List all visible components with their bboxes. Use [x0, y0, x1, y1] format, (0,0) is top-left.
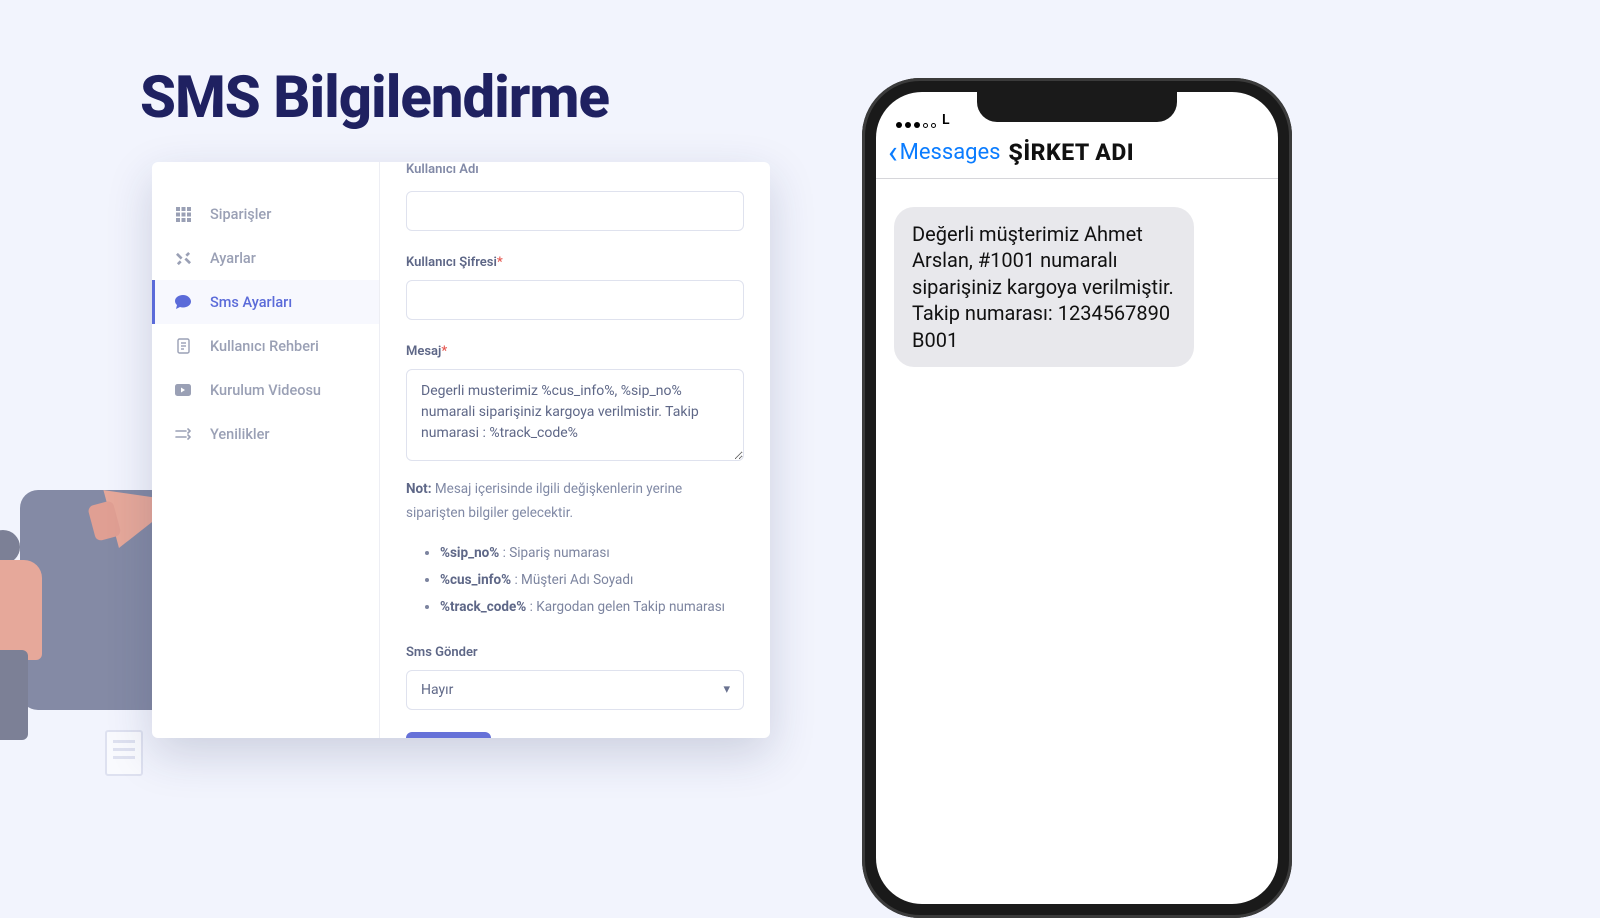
- grid-icon: [174, 205, 192, 223]
- contact-name: ŞİRKET ADI: [1009, 139, 1135, 166]
- sms-send-select[interactable]: Hayır: [406, 670, 744, 710]
- sidebar-item-install-video[interactable]: Kurulum Videosu: [152, 368, 379, 412]
- password-input[interactable]: [406, 280, 744, 320]
- sidebar-item-orders[interactable]: Siparişler: [152, 192, 379, 236]
- sidebar-item-label: Sms Ayarları: [210, 294, 292, 311]
- phone-mockup: L ‹ Messages ŞİRKET ADI Değerli müşterim…: [862, 78, 1292, 918]
- back-button-label[interactable]: Messages: [900, 140, 1001, 165]
- variables-list: %sip_no% : Sipariş numarası %cus_info% :…: [440, 540, 744, 621]
- sidebar: Siparişler Ayarlar Sms Ayarları Kullanıc…: [152, 162, 380, 738]
- page-title: SMS Bilgilendirme: [140, 64, 609, 132]
- chat-icon: [174, 293, 192, 311]
- variable-item: %cus_info% : Müşteri Adı Soyadı: [440, 567, 744, 594]
- variable-item: %sip_no% : Sipariş numarası: [440, 540, 744, 567]
- save-button[interactable]: Kaydet: [406, 732, 491, 738]
- updates-icon: [174, 425, 192, 443]
- sidebar-item-changelog[interactable]: Yenilikler: [152, 412, 379, 456]
- sidebar-item-sms-settings[interactable]: Sms Ayarları: [152, 280, 379, 324]
- sidebar-item-label: Yenilikler: [210, 426, 269, 443]
- sidebar-item-label: Ayarlar: [210, 250, 256, 267]
- variables-note: Not: Mesaj içerisinde ilgili değişkenler…: [406, 477, 744, 526]
- incoming-message-bubble: Değerli müşterimiz Ahmet Arslan, #1001 n…: [894, 207, 1194, 367]
- document-icon: [174, 337, 192, 355]
- message-textarea[interactable]: [406, 369, 744, 461]
- username-input[interactable]: [406, 191, 744, 231]
- signal-icon: [896, 122, 936, 128]
- video-icon: [174, 381, 192, 399]
- tools-icon: [174, 249, 192, 267]
- admin-panel-card: Siparişler Ayarlar Sms Ayarları Kullanıc…: [152, 162, 770, 738]
- username-label-cut: Kullanıcı Adı: [406, 162, 479, 177]
- sidebar-item-label: Kullanıcı Rehberi: [210, 338, 319, 355]
- sms-send-label: Sms Gönder: [406, 645, 744, 660]
- sidebar-item-label: Kurulum Videosu: [210, 382, 321, 399]
- phone-notch: [977, 92, 1177, 122]
- carrier-label: L: [942, 112, 950, 128]
- message-label: Mesaj*: [406, 344, 744, 359]
- messages-navbar: ‹ Messages ŞİRKET ADI: [876, 130, 1278, 179]
- sms-settings-form: Kullanıcı Adı Kullanıcı Şifresi* Mesaj* …: [380, 162, 770, 738]
- variable-item: %track_code% : Kargodan gelen Takip numa…: [440, 594, 744, 621]
- chevron-left-icon[interactable]: ‹: [888, 136, 898, 168]
- password-label: Kullanıcı Şifresi*: [406, 255, 744, 270]
- sidebar-item-user-guide[interactable]: Kullanıcı Rehberi: [152, 324, 379, 368]
- sidebar-item-settings[interactable]: Ayarlar: [152, 236, 379, 280]
- sidebar-item-label: Siparişler: [210, 206, 271, 223]
